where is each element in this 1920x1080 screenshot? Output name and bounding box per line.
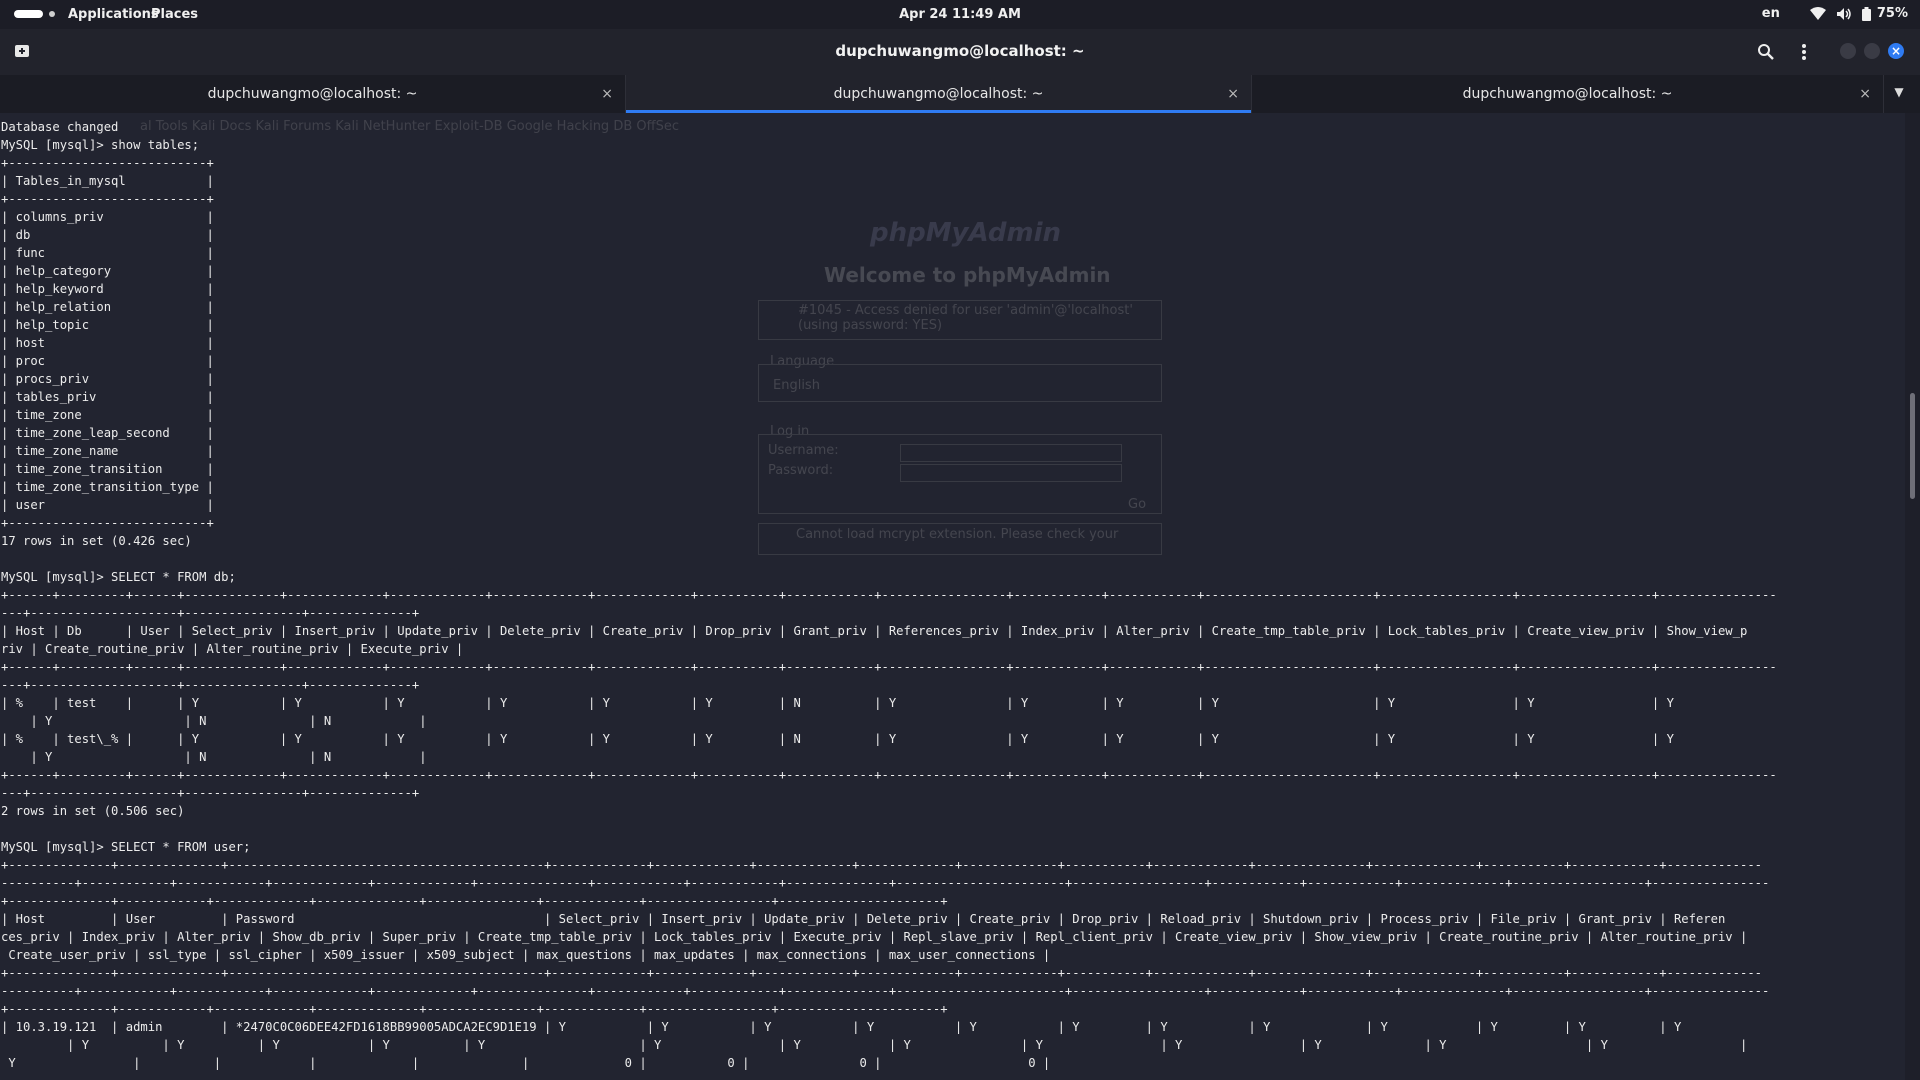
tab-2-active[interactable]: dupchuwangmo@localhost: ~ × bbox=[626, 75, 1252, 113]
clock[interactable]: Apr 24 11:49 AM bbox=[899, 7, 1021, 22]
close-window-button[interactable]: × bbox=[1888, 43, 1904, 59]
volume-icon bbox=[1836, 7, 1852, 21]
scrollbar-thumb[interactable] bbox=[1910, 393, 1915, 499]
tab-label: dupchuwangmo@localhost: ~ bbox=[207, 86, 418, 102]
battery-percentage: 75% bbox=[1876, 6, 1908, 21]
terminal-viewport[interactable]: al Tools Kali Docs Kali Forums Kali NetH… bbox=[0, 113, 1905, 1080]
system-tray[interactable]: en 75% bbox=[1762, 6, 1908, 21]
workspace-dot bbox=[49, 11, 55, 17]
close-tab-icon[interactable]: × bbox=[1859, 75, 1871, 113]
keyboard-layout[interactable]: en bbox=[1762, 6, 1780, 21]
tab-3[interactable]: dupchuwangmo@localhost: ~ × bbox=[1252, 75, 1884, 113]
places-menu[interactable]: Places bbox=[151, 7, 198, 22]
tab-1[interactable]: dupchuwangmo@localhost: ~ × bbox=[0, 75, 626, 113]
tab-list-dropdown-icon[interactable]: ▼ bbox=[1886, 85, 1912, 105]
workspace-pill bbox=[14, 10, 43, 18]
window-title: dupchuwangmo@localhost: ~ bbox=[835, 42, 1085, 60]
close-tab-icon[interactable]: × bbox=[601, 75, 613, 113]
battery-icon bbox=[1861, 6, 1871, 21]
terminal-output[interactable]: Database changed MySQL [mysql]> show tab… bbox=[1, 118, 1777, 1072]
applications-menu[interactable]: Applications bbox=[68, 7, 159, 22]
terminal-scrollbar[interactable] bbox=[1905, 113, 1920, 1080]
system-top-bar: Applications Places Apr 24 11:49 AM en 7… bbox=[0, 0, 1920, 29]
terminal-tab-bar: dupchuwangmo@localhost: ~ × dupchuwangmo… bbox=[0, 75, 1920, 114]
terminal-header-bar: dupchuwangmo@localhost: ~ × bbox=[0, 29, 1920, 76]
tab-label: dupchuwangmo@localhost: ~ bbox=[833, 86, 1044, 102]
maximize-button[interactable] bbox=[1864, 43, 1880, 59]
search-icon[interactable] bbox=[1757, 43, 1775, 61]
new-tab-icon[interactable] bbox=[14, 43, 30, 59]
wifi-icon bbox=[1809, 6, 1826, 21]
close-tab-icon[interactable]: × bbox=[1227, 75, 1239, 113]
kebab-menu-icon[interactable] bbox=[1800, 41, 1808, 63]
tab-label: dupchuwangmo@localhost: ~ bbox=[1462, 86, 1673, 102]
minimize-button[interactable] bbox=[1840, 43, 1856, 59]
activities-indicator[interactable] bbox=[14, 10, 55, 19]
